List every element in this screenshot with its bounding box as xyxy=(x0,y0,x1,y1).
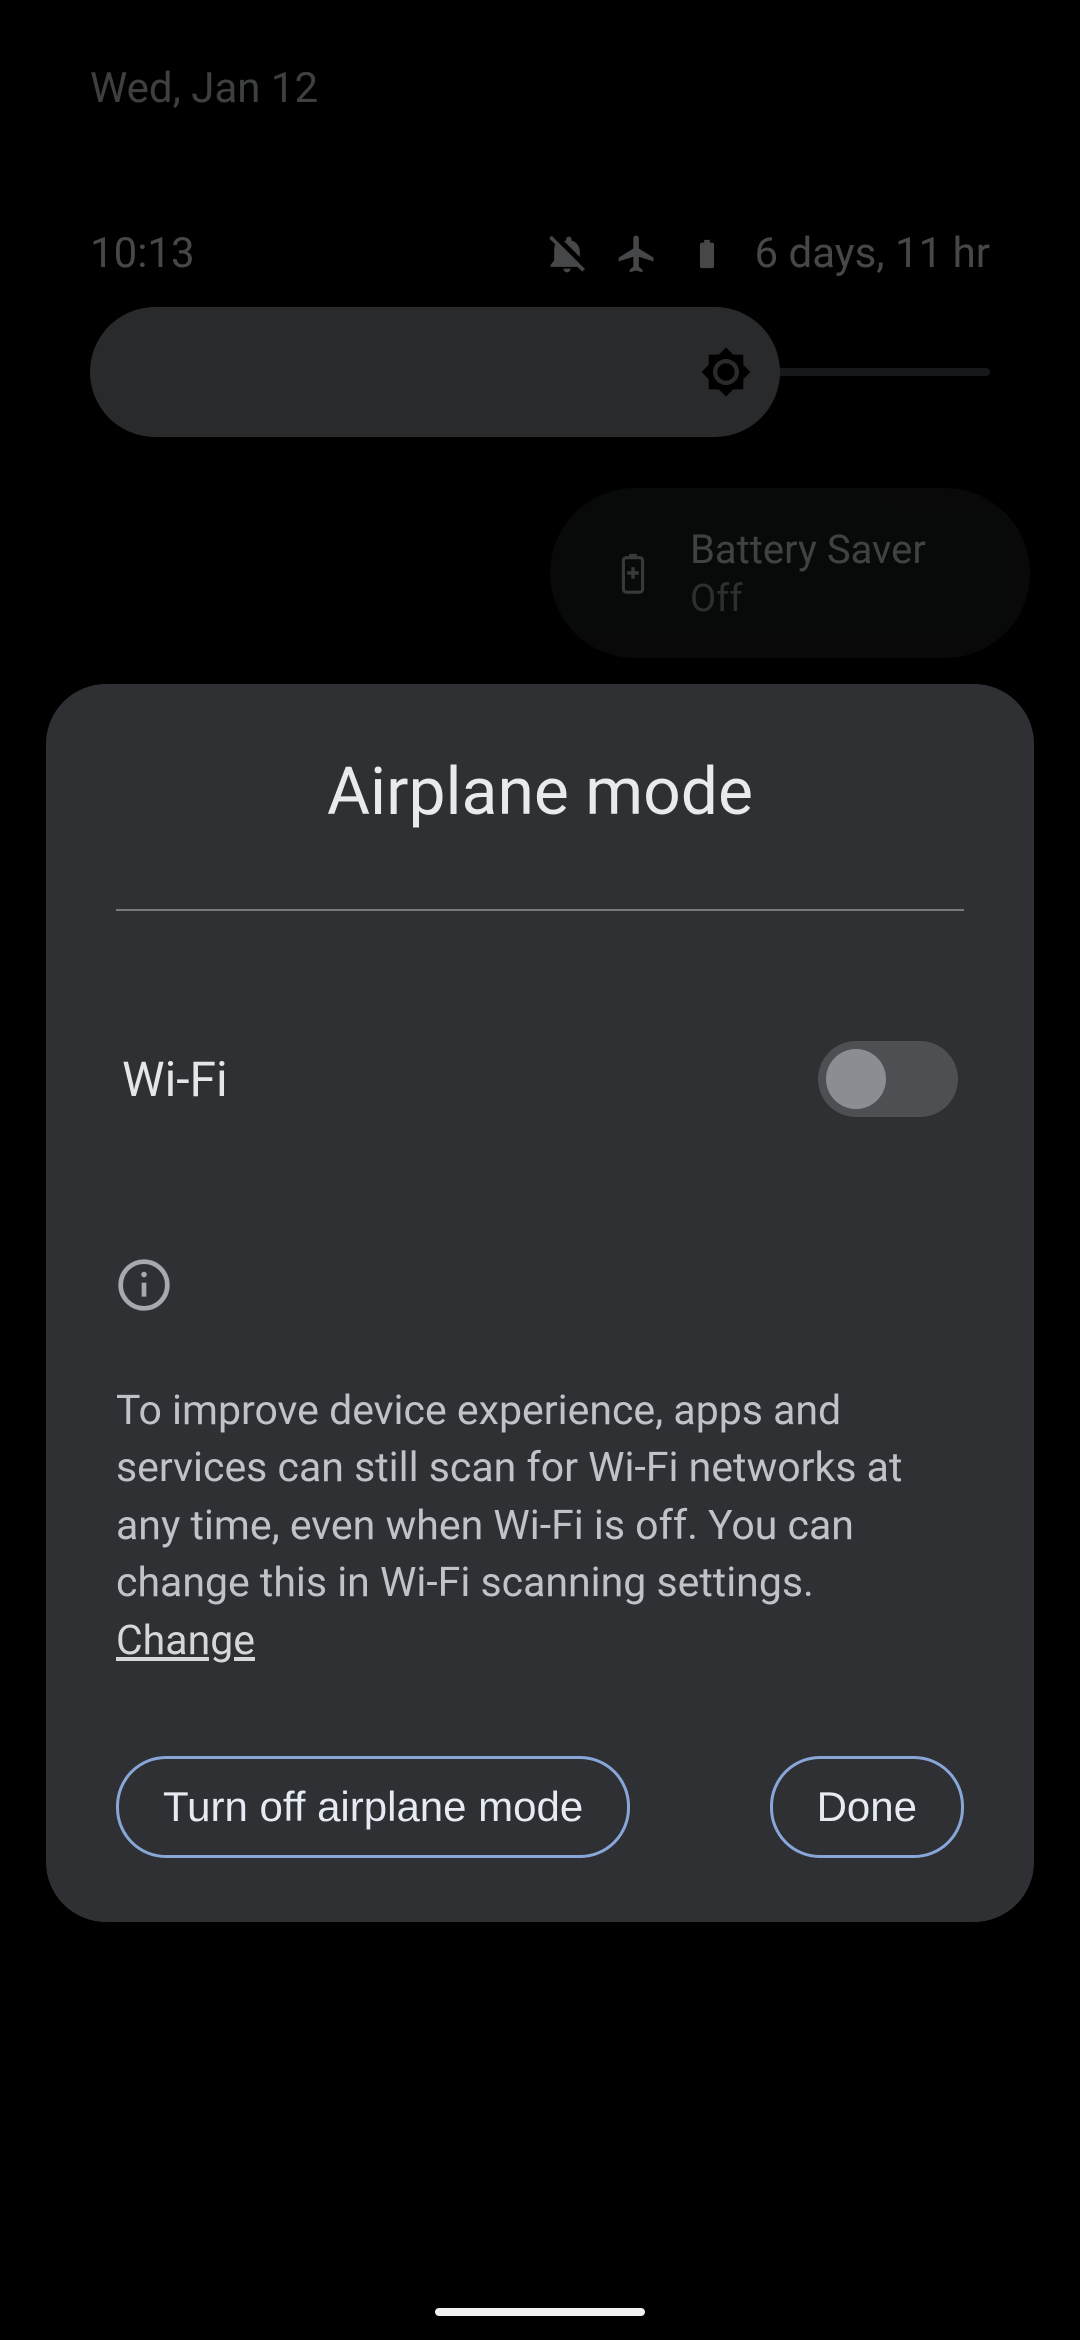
info-icon xyxy=(116,1257,172,1313)
status-icons: 6 days, 11 hr xyxy=(545,229,990,278)
airplane-mode-dialog: Airplane mode Wi-Fi To improve device ex… xyxy=(46,684,1034,1922)
info-text-body: To improve device experience, apps and s… xyxy=(116,1387,902,1607)
status-bar: 10:13 6 days, 11 hr xyxy=(90,229,990,278)
battery-saver-icon xyxy=(610,550,656,596)
status-time: 10:13 xyxy=(90,229,195,278)
info-text: To improve device experience, apps and s… xyxy=(116,1383,956,1670)
change-link[interactable]: Change xyxy=(116,1617,255,1665)
wifi-label: Wi-Fi xyxy=(122,1051,228,1108)
brightness-icon xyxy=(700,346,752,398)
battery-saver-tile[interactable]: Battery Saver Off xyxy=(550,488,1030,658)
brightness-slider[interactable] xyxy=(90,368,990,376)
airplane-icon xyxy=(615,232,659,276)
gesture-nav-handle[interactable] xyxy=(435,2308,645,2316)
battery-estimate-text: 6 days, 11 hr xyxy=(755,229,990,278)
tile-subtitle: Off xyxy=(690,577,926,621)
toggle-thumb xyxy=(826,1049,886,1109)
turn-off-airplane-button[interactable]: Turn off airplane mode xyxy=(116,1756,630,1858)
battery-icon xyxy=(685,232,729,276)
status-date: Wed, Jan 12 xyxy=(90,64,990,113)
dialog-title: Airplane mode xyxy=(116,754,964,831)
dialog-button-row: Turn off airplane mode Done xyxy=(116,1756,964,1858)
done-button[interactable]: Done xyxy=(770,1756,964,1858)
tile-title: Battery Saver xyxy=(690,526,926,573)
wifi-toggle[interactable] xyxy=(818,1041,958,1117)
wifi-row: Wi-Fi xyxy=(116,1041,964,1117)
dnd-off-icon xyxy=(545,232,589,276)
dialog-divider xyxy=(116,909,964,911)
